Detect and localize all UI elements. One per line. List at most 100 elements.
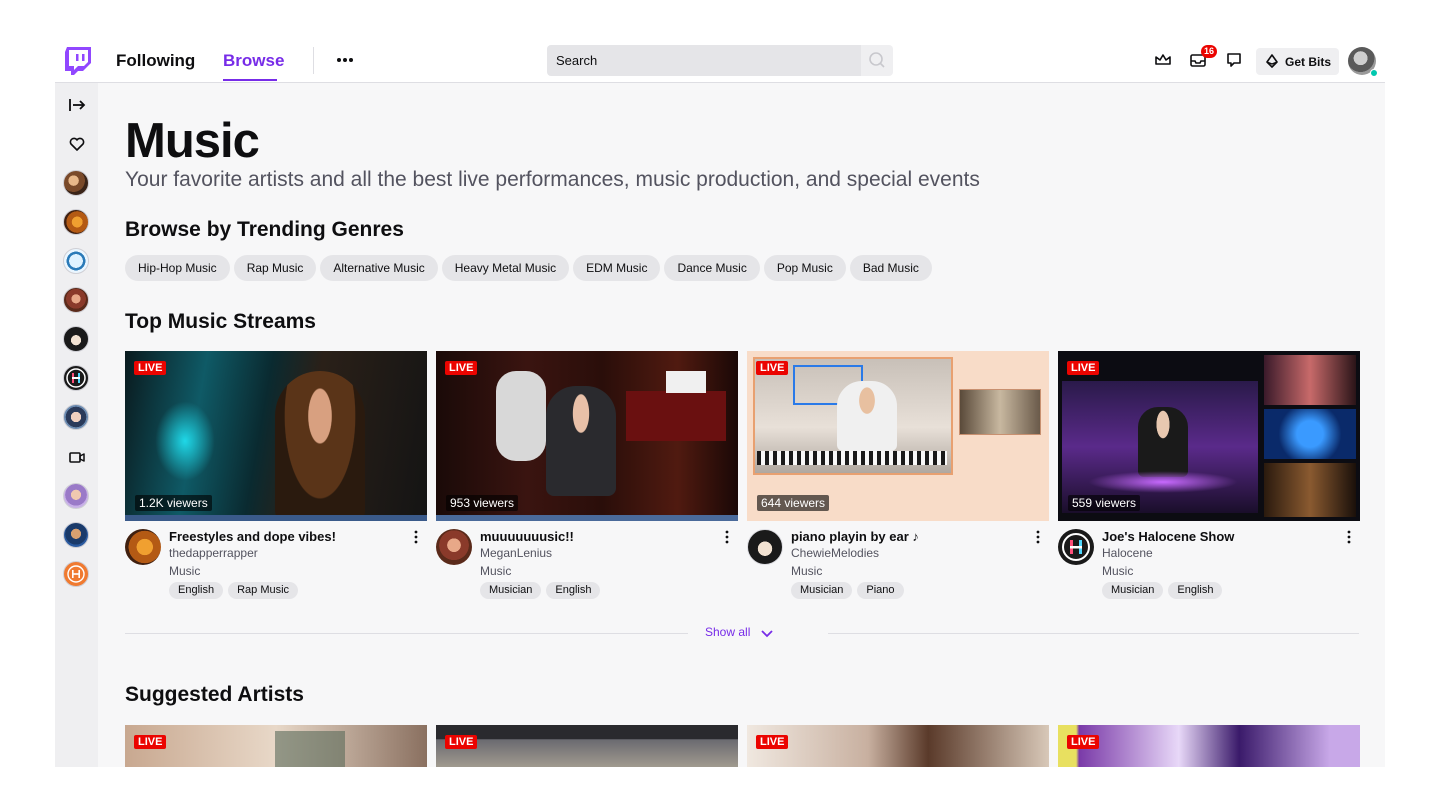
nav-divider bbox=[313, 47, 314, 74]
followed-channel-avatar[interactable] bbox=[63, 248, 89, 274]
suggested-artists-heading: Suggested Artists bbox=[125, 683, 304, 706]
live-badge: LIVE bbox=[445, 361, 478, 375]
recommended-channel-avatar[interactable] bbox=[63, 561, 89, 587]
chevron-down-icon bbox=[761, 630, 773, 638]
halocene-logo-icon bbox=[1062, 533, 1090, 561]
live-badge: LIVE bbox=[134, 361, 167, 375]
get-bits-button[interactable]: Get Bits bbox=[1256, 48, 1339, 75]
show-all-button[interactable]: Show all bbox=[705, 625, 774, 639]
search-input[interactable] bbox=[547, 45, 861, 76]
heart-icon bbox=[69, 137, 85, 151]
stream-thumbnail[interactable]: LIVE 953 viewers bbox=[436, 351, 738, 521]
stream-category[interactable]: Music bbox=[480, 564, 511, 578]
artist-card[interactable]: LIVE bbox=[436, 725, 738, 767]
top-streams-heading: Top Music Streams bbox=[125, 310, 316, 333]
genre-pill[interactable]: Dance Music bbox=[664, 255, 760, 281]
followed-channel-avatar[interactable] bbox=[63, 287, 89, 313]
hof-logo-icon bbox=[67, 565, 85, 583]
followed-channel-avatar[interactable] bbox=[63, 209, 89, 235]
nav-active-underline bbox=[223, 79, 277, 81]
stream-thumbnail[interactable]: LIVE 644 viewers bbox=[747, 351, 1049, 521]
stream-tag[interactable]: Musician bbox=[791, 582, 853, 599]
followed-channel-avatar[interactable] bbox=[63, 326, 89, 352]
channel-avatar[interactable] bbox=[747, 529, 783, 565]
stream-tag[interactable]: English bbox=[169, 582, 224, 599]
bits-gem-icon bbox=[1266, 54, 1278, 68]
channel-avatar[interactable] bbox=[436, 529, 472, 565]
genres-heading: Browse by Trending Genres bbox=[125, 218, 404, 241]
viewer-count: 644 viewers bbox=[757, 495, 830, 511]
live-badge: LIVE bbox=[756, 361, 789, 375]
followed-channel-avatar[interactable] bbox=[63, 170, 89, 196]
channel-avatar[interactable] bbox=[125, 529, 161, 565]
stream-title[interactable]: Joe's Halocene Show bbox=[1102, 529, 1234, 544]
live-badge: LIVE bbox=[1067, 361, 1100, 375]
stream-category[interactable]: Music bbox=[169, 564, 200, 578]
sidebar bbox=[55, 83, 98, 767]
whispers-icon[interactable] bbox=[1224, 50, 1244, 70]
stream-title[interactable]: piano playin by ear ♪ bbox=[791, 529, 919, 544]
recommended-channel-avatar[interactable] bbox=[63, 483, 89, 509]
nav-following[interactable]: Following bbox=[116, 51, 195, 71]
twitch-logo-icon[interactable] bbox=[65, 47, 91, 75]
show-all-label: Show all bbox=[705, 625, 751, 639]
page-title: Music bbox=[125, 114, 260, 168]
more-options-icon[interactable] bbox=[1034, 529, 1042, 545]
genre-pill[interactable]: EDM Music bbox=[573, 255, 661, 281]
more-options-icon[interactable] bbox=[412, 529, 420, 545]
genre-pill[interactable]: Alternative Music bbox=[320, 255, 438, 281]
stream-tag[interactable]: English bbox=[1168, 582, 1223, 599]
channel-name[interactable]: ChewieMelodies bbox=[791, 546, 879, 560]
followed-channel-avatar[interactable] bbox=[63, 404, 89, 430]
artist-card[interactable]: LIVE bbox=[747, 725, 1049, 767]
followed-channel-avatar[interactable] bbox=[63, 365, 89, 391]
search-bar bbox=[547, 45, 893, 76]
stream-title[interactable]: Freestyles and dope vibes! bbox=[169, 529, 336, 544]
video-camera-icon bbox=[69, 452, 85, 463]
genre-pill[interactable]: Heavy Metal Music bbox=[441, 255, 570, 281]
more-options-icon[interactable] bbox=[333, 50, 357, 70]
channel-name[interactable]: thedapperrapper bbox=[169, 546, 258, 560]
search-button[interactable] bbox=[861, 45, 893, 76]
genre-pill[interactable]: Pop Music bbox=[763, 255, 846, 281]
stream-tag[interactable]: Musician bbox=[480, 582, 542, 599]
channel-avatar[interactable] bbox=[1058, 529, 1094, 565]
viewer-count: 559 viewers bbox=[1068, 495, 1141, 511]
genre-pill[interactable]: Hip-Hop Music bbox=[125, 255, 230, 281]
stream-title[interactable]: muuuuuuusic!! bbox=[480, 529, 574, 544]
artist-card[interactable]: LIVE bbox=[1058, 725, 1360, 767]
get-bits-label: Get Bits bbox=[1285, 55, 1332, 69]
stream-thumbnail[interactable]: LIVE 1.2K viewers bbox=[125, 351, 427, 521]
live-badge: LIVE bbox=[1067, 735, 1100, 749]
stream-tag[interactable]: Musician bbox=[1102, 582, 1164, 599]
recommended-channel-avatar[interactable] bbox=[63, 522, 89, 548]
channel-name[interactable]: MeganLenius bbox=[480, 546, 552, 560]
artist-card[interactable]: LIVE bbox=[125, 725, 427, 767]
page-subtitle: Your favorite artists and all the best l… bbox=[125, 168, 980, 191]
stream-tag[interactable]: Rap Music bbox=[228, 582, 299, 599]
genre-list: Hip-Hop Music Rap Music Alternative Musi… bbox=[125, 255, 932, 281]
more-options-icon[interactable] bbox=[723, 529, 731, 545]
viewer-count: 1.2K viewers bbox=[135, 495, 212, 511]
live-badge: LIVE bbox=[134, 735, 167, 749]
genre-pill[interactable]: Bad Music bbox=[849, 255, 932, 281]
crown-prime-icon[interactable] bbox=[1153, 50, 1173, 70]
more-options-icon[interactable] bbox=[1345, 529, 1353, 545]
live-badge: LIVE bbox=[756, 735, 789, 749]
genre-pill[interactable]: Rap Music bbox=[233, 255, 317, 281]
channel-name[interactable]: Halocene bbox=[1102, 546, 1153, 560]
live-badge: LIVE bbox=[445, 735, 478, 749]
stream-category[interactable]: Music bbox=[791, 564, 822, 578]
nav-browse[interactable]: Browse bbox=[223, 51, 284, 71]
stream-category[interactable]: Music bbox=[1102, 564, 1133, 578]
stream-tag[interactable]: Piano bbox=[857, 582, 904, 599]
stream-thumbnail[interactable]: LIVE 559 viewers bbox=[1058, 351, 1360, 521]
online-status-indicator bbox=[1370, 69, 1378, 77]
stream-tags: Musician Piano bbox=[791, 582, 904, 599]
stream-tag[interactable]: English bbox=[546, 582, 601, 599]
collapse-arrow-icon[interactable] bbox=[67, 95, 87, 115]
stream-tags: English Rap Music bbox=[169, 582, 299, 599]
viewer-count: 953 viewers bbox=[446, 495, 519, 511]
divider-line bbox=[828, 633, 1359, 634]
stream-tags: Musician English bbox=[480, 582, 601, 599]
